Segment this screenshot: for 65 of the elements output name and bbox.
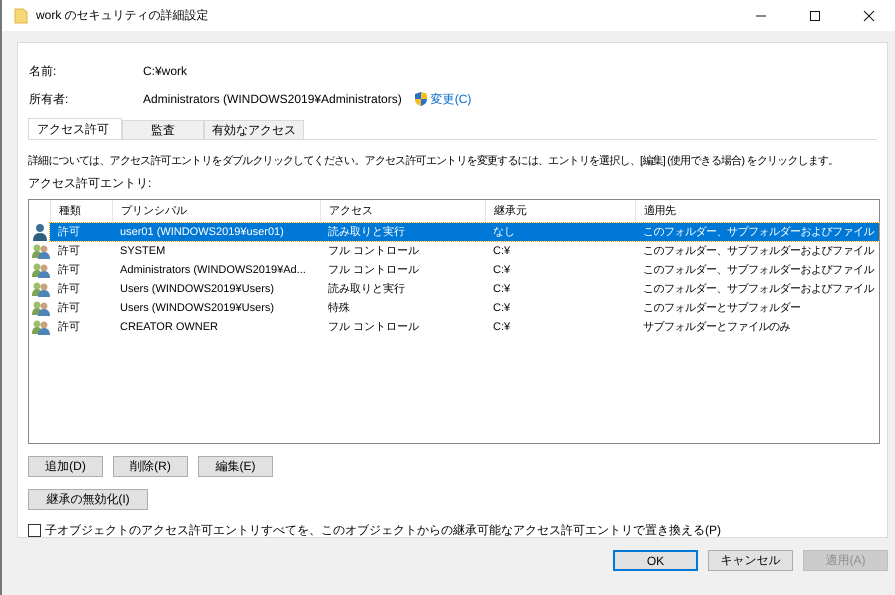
list-row[interactable]: 許可 Administrators (WINDOWS2019¥Ad... フル コントロール C:¥ このフォルダー、サブフォルダーおよびファイル [50,260,879,278]
table-cell-text: 許可 [57,320,81,334]
table-cell-text: 許可 [57,301,81,315]
table-cell-text: CREATOR OWNER [119,320,219,332]
maximize-icon[interactable] [809,10,821,22]
field-label: 名前: [29,62,58,80]
table-cell-text: Users (WINDOWS2019¥Users) [119,282,276,294]
list-row[interactable]: 許可 Users (WINDOWS2019¥Users) 読み取りと実行 C:¥ このフォルダー、サブフォルダーおよびファイル [50,280,879,298]
table-cell-text: 許可 [57,244,81,258]
checkbox[interactable] [28,524,41,537]
table-cell-text: このフォルダー、サブフォルダーおよびファイル [642,262,876,277]
dialog-button[interactable]: キャンセル [708,550,793,571]
table-cell-text: C:¥ [492,302,512,314]
users-icon [32,280,50,296]
table-cell-text: Users (WINDOWS2019¥Users) [119,302,276,314]
table-cell-text: 許可 [57,282,81,296]
table-cell-text: フル コントロール [327,244,420,258]
list-row[interactable]: 許可 user01 (WINDOWS2019¥user01) 読み取りと実行 なし このフォルダー、サブフォルダーおよびファイル [50,222,879,240]
window-title: work のセキュリティの詳細設定 [36,7,209,24]
users-icon [32,318,50,334]
checkbox-label: 子オブジェクトのアクセス許可エントリすべてを、このオブジェクトからの継承可能なアクセス許可エントリで置き換える(P) [45,522,721,539]
table-cell-text: C:¥ [492,320,512,332]
table-cell-text: このフォルダーとサブフォルダー [642,300,802,315]
field-value: C:¥work [143,64,188,78]
table-cell-text: 許可 [57,225,81,239]
table-cell-text: 許可 [57,263,81,277]
list-row[interactable]: 許可 SYSTEM フル コントロール C:¥ このフォルダー、サブフォルダーおよびファイル [50,242,879,260]
table-cell-text: このフォルダー、サブフォルダーおよびファイル [642,224,876,239]
table-cell-text: 読み取りと実行 [327,282,406,296]
table-cell-text: C:¥ [492,282,512,294]
description-text: 詳細については、アクセス許可エントリをダブルクリックしてください。アクセス許可エントリを変更するには、エントリを選択し、[編集] (使用できる場合) をクリックします。 [28,154,840,168]
table-cell-text: C:¥ [492,264,512,276]
table-cell-text: user01 (WINDOWS2019¥user01) [119,226,285,238]
list-row[interactable]: 許可 CREATOR OWNER フル コントロール C:¥ サブフォルダーとファイルのみ [50,318,879,336]
tab[interactable]: アクセス許可 [28,118,122,139]
change-owner-link[interactable]: 変更(C) [430,90,472,108]
table-cell-text: 特殊 [327,301,351,315]
entry-button[interactable]: 追加(D) [28,456,103,477]
entry-button[interactable]: 編集(E) [198,456,273,477]
field-label: 所有者: [29,90,70,108]
users-icon [32,300,50,316]
table-cell-text: フル コントロール [327,263,420,277]
table-cell-text: サブフォルダーとファイルのみ [642,320,791,334]
shield-icon [414,91,428,107]
field-value: Administrators (WINDOWS2019¥Administrators) [143,92,402,106]
table-cell-text: このフォルダー、サブフォルダーおよびファイル [642,244,876,258]
table-cell-text: 読み取りと実行 [327,224,406,239]
list-row[interactable]: 許可 Users (WINDOWS2019¥Users) 特殊 C:¥ このフォルダーとサブフォルダー [50,298,879,316]
user-icon [32,222,48,240]
tab[interactable]: 有効なアクセス [204,120,304,139]
users-icon [32,242,50,258]
table-cell-text: このフォルダー、サブフォルダーおよびファイル [642,282,876,296]
close-icon[interactable] [863,10,875,22]
list-label: アクセス許可エントリ: [28,175,152,192]
folder-icon [14,8,28,24]
entry-button[interactable]: 削除(R) [113,456,188,477]
table-cell-text: SYSTEM [119,244,166,256]
dialog-button[interactable]: OK [613,550,698,571]
tab[interactable]: 監査 [122,120,204,139]
users-icon [32,262,50,278]
disable-inheritance-button[interactable]: 継承の無効化(I) [28,489,148,510]
table-cell-text: Administrators (WINDOWS2019¥Ad... [119,264,307,276]
table-cell-text: C:¥ [492,244,512,256]
table-cell-text: フル コントロール [327,320,420,334]
table-cell-text: なし [492,225,516,239]
